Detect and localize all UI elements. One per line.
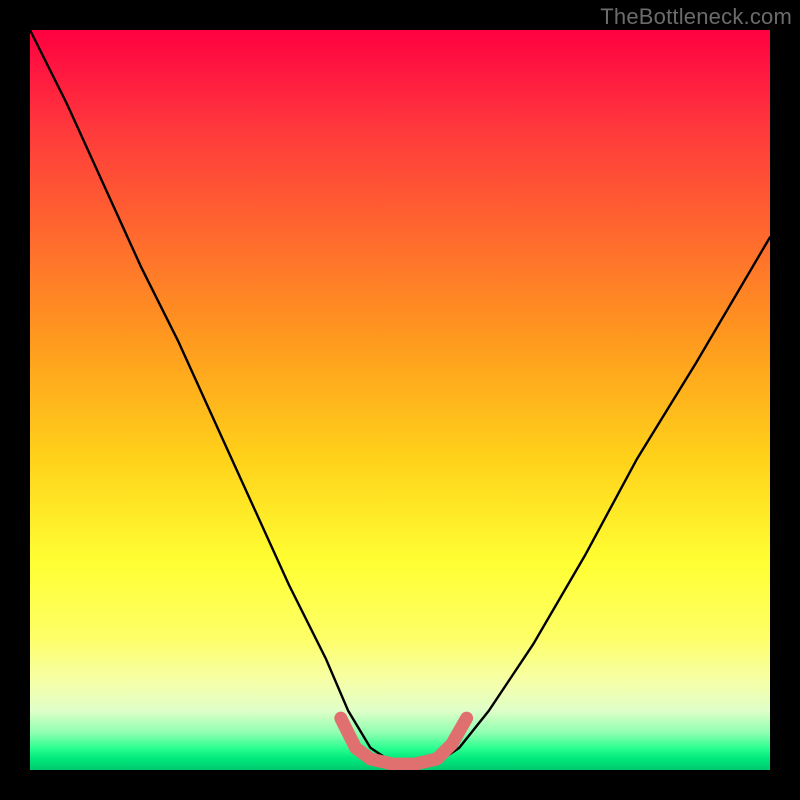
curve-layer [30,30,770,770]
plot-area [30,30,770,770]
bottleneck-curve [30,30,770,763]
chart-frame: TheBottleneck.com [0,0,800,800]
trough-highlight [341,718,467,764]
watermark-text: TheBottleneck.com [600,4,792,30]
